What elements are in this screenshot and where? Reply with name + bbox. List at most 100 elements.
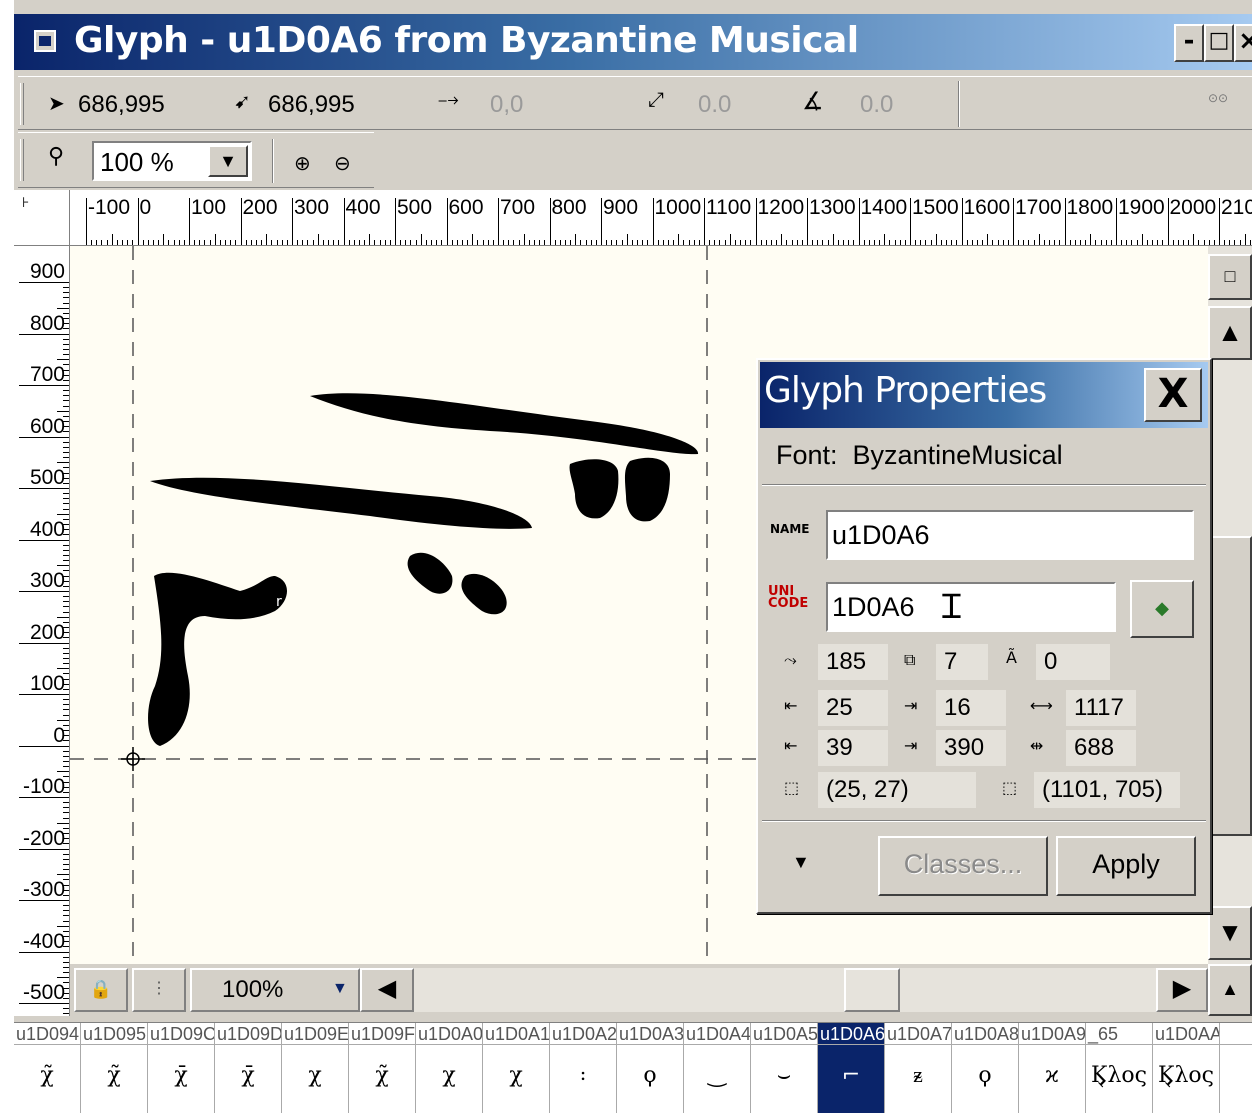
scroll-up-button[interactable]: ▲: [1208, 306, 1252, 360]
zoom-out-icon[interactable]: ⊖: [334, 151, 351, 176]
cell-header[interactable]: u1D0A6: [818, 1023, 885, 1045]
cell-header[interactable]: u1D09C: [148, 1023, 215, 1045]
toolbar-grip[interactable]: [20, 139, 24, 181]
dialog-title-bar[interactable]: Glyph Properties X: [760, 362, 1208, 428]
more-tools-icon[interactable]: ⊙⊙: [1208, 91, 1228, 105]
title-bar[interactable]: Glyph - u1D0A6 from Byzantine Musical - …: [14, 14, 1252, 70]
ruler-label: 200: [242, 196, 278, 219]
glyph-cell[interactable]: Ϗλος: [1153, 1045, 1220, 1113]
scroll-left-button[interactable]: ◀: [360, 968, 414, 1012]
unicode-field[interactable]: [826, 582, 1116, 632]
ruler-tick: [63, 596, 69, 598]
cell-header[interactable]: u1D0A2: [550, 1023, 617, 1045]
grid-icon[interactable]: ⋮: [132, 968, 186, 1012]
glyph-cell[interactable]: ϙ: [952, 1045, 1019, 1113]
cell-header[interactable]: u1D0A7: [885, 1023, 952, 1045]
cell-header[interactable]: u1D0A4: [684, 1023, 751, 1045]
right-bearing: 16: [936, 690, 1006, 726]
chevron-down-icon[interactable]: ▼: [332, 980, 348, 998]
max-point: (1101, 705): [1034, 772, 1180, 808]
ruler-label: 200: [29, 620, 65, 644]
scroll-extra-button[interactable]: ▲: [1208, 964, 1252, 1016]
cell-header[interactable]: u1D0AA: [1153, 1023, 1220, 1045]
glyph-cell[interactable]: χ: [282, 1045, 349, 1113]
ruler-major-tick: [807, 198, 808, 245]
cell-header[interactable]: u1D0A9: [1019, 1023, 1086, 1045]
cell-header[interactable]: u1D094: [14, 1023, 81, 1045]
ruler-label: 0: [139, 196, 152, 219]
glyph-cell[interactable]: χ̃: [81, 1045, 148, 1113]
ruler-label: -300: [22, 878, 65, 901]
glyph-cell[interactable]: ⌣: [751, 1045, 818, 1113]
dialog-separator: [762, 820, 1206, 822]
font-name: ByzantineMusical: [852, 440, 1063, 470]
glyph-cell[interactable]: ᵶ: [885, 1045, 952, 1113]
ruler-tick: [63, 905, 69, 907]
ruler-tick: [163, 234, 165, 245]
ruler-label: 1500: [912, 196, 959, 219]
expand-dialog-icon[interactable]: ▼: [792, 852, 810, 873]
ruler-label: 900: [29, 260, 65, 283]
scroll-thumb[interactable]: [1208, 536, 1252, 836]
glyph-cell[interactable]: Ϗλος: [1086, 1045, 1153, 1113]
minimize-button[interactable]: -: [1174, 24, 1204, 62]
glyph-name-field[interactable]: [826, 510, 1194, 560]
ruler-major-tick: [652, 198, 654, 245]
classes-button[interactable]: Classes...: [878, 836, 1048, 896]
ruler-major-tick: [910, 198, 911, 245]
ruler-tick: [63, 760, 69, 762]
zoom-status[interactable]: 100% ▼: [190, 968, 360, 1012]
vertical-ruler[interactable]: 900 800 700 600 500 400 300 200 100 0 -100 -200 -300…: [14, 246, 70, 1016]
glyph-cell[interactable]: χ̄: [148, 1045, 215, 1113]
cell-header[interactable]: u1D0A0: [416, 1023, 483, 1045]
cell-header[interactable]: u1D0A1: [483, 1023, 550, 1045]
ruler-tick: [63, 663, 69, 665]
zoom-select[interactable]: 100 % ▼: [92, 141, 252, 181]
ruler-tick: [63, 343, 69, 345]
ruler-tick: [63, 858, 69, 860]
scroll-right-button[interactable]: ▶: [1156, 968, 1208, 1012]
glyph-cell[interactable]: ⌐: [818, 1045, 885, 1113]
toolbar-grip[interactable]: [20, 83, 24, 125]
apply-button[interactable]: Apply: [1056, 836, 1196, 896]
glyph-cell[interactable]: χ: [416, 1045, 483, 1113]
glyph-cell[interactable]: χ̃: [349, 1045, 416, 1113]
cell-header[interactable]: u1D095: [81, 1023, 148, 1045]
metric-688: 688: [1066, 730, 1136, 766]
lookup-unicode-button[interactable]: ◆: [1130, 580, 1194, 638]
ruler-label: 0: [53, 723, 65, 747]
app-icon[interactable]: [34, 30, 56, 52]
view-toggle-button[interactable]: □: [1208, 254, 1252, 300]
cell-header[interactable]: u1D0A5: [751, 1023, 818, 1045]
scroll-down-button[interactable]: ▼: [1208, 906, 1252, 960]
cell-header[interactable]: u1D09F: [349, 1023, 416, 1045]
cell-header[interactable]: u1D09D: [215, 1023, 282, 1045]
zoom-in-icon[interactable]: ⊕: [294, 151, 311, 176]
cell-header[interactable]: _65: [1086, 1023, 1153, 1045]
cell-header[interactable]: u1D0A3: [617, 1023, 684, 1045]
glyph-cell[interactable]: ϰ: [1019, 1045, 1086, 1113]
horizontal-scroll-track[interactable]: [414, 968, 1156, 1012]
ruler-tick: [57, 513, 69, 515]
glyph-cell[interactable]: ꞉: [550, 1045, 617, 1113]
ruler-corner[interactable]: ⊦: [14, 190, 70, 246]
glyph-cell[interactable]: χ: [483, 1045, 550, 1113]
glyph-cell[interactable]: χ̃: [14, 1045, 81, 1113]
cell-header[interactable]: u1D09E: [282, 1023, 349, 1045]
ruler-tick: [1141, 234, 1143, 245]
lock-icon[interactable]: 🔒: [74, 968, 128, 1012]
ruler-label: 1300: [809, 196, 856, 219]
glyph-cell[interactable]: ‿: [684, 1045, 751, 1113]
glyph-cell[interactable]: χ̄: [215, 1045, 282, 1113]
dialog-close-button[interactable]: X: [1144, 368, 1202, 422]
close-button[interactable]: ×: [1234, 24, 1252, 62]
horizontal-ruler[interactable]: -100 0 100 200 300 400 500 600 700 800 900 1000 1100…: [70, 190, 1252, 246]
horizontal-scroll-thumb[interactable]: [844, 968, 900, 1012]
maximize-button[interactable]: □: [1204, 24, 1234, 62]
vertical-scrollbar[interactable]: □ ▲ ▼ ▲: [1208, 246, 1252, 1016]
ruler-tick: [626, 234, 628, 245]
chevron-down-icon[interactable]: ▼: [208, 145, 248, 177]
glyph-cell[interactable]: ϙ: [617, 1045, 684, 1113]
cell-header[interactable]: u1D0A8: [952, 1023, 1019, 1045]
left-bearing: 25: [818, 690, 888, 726]
